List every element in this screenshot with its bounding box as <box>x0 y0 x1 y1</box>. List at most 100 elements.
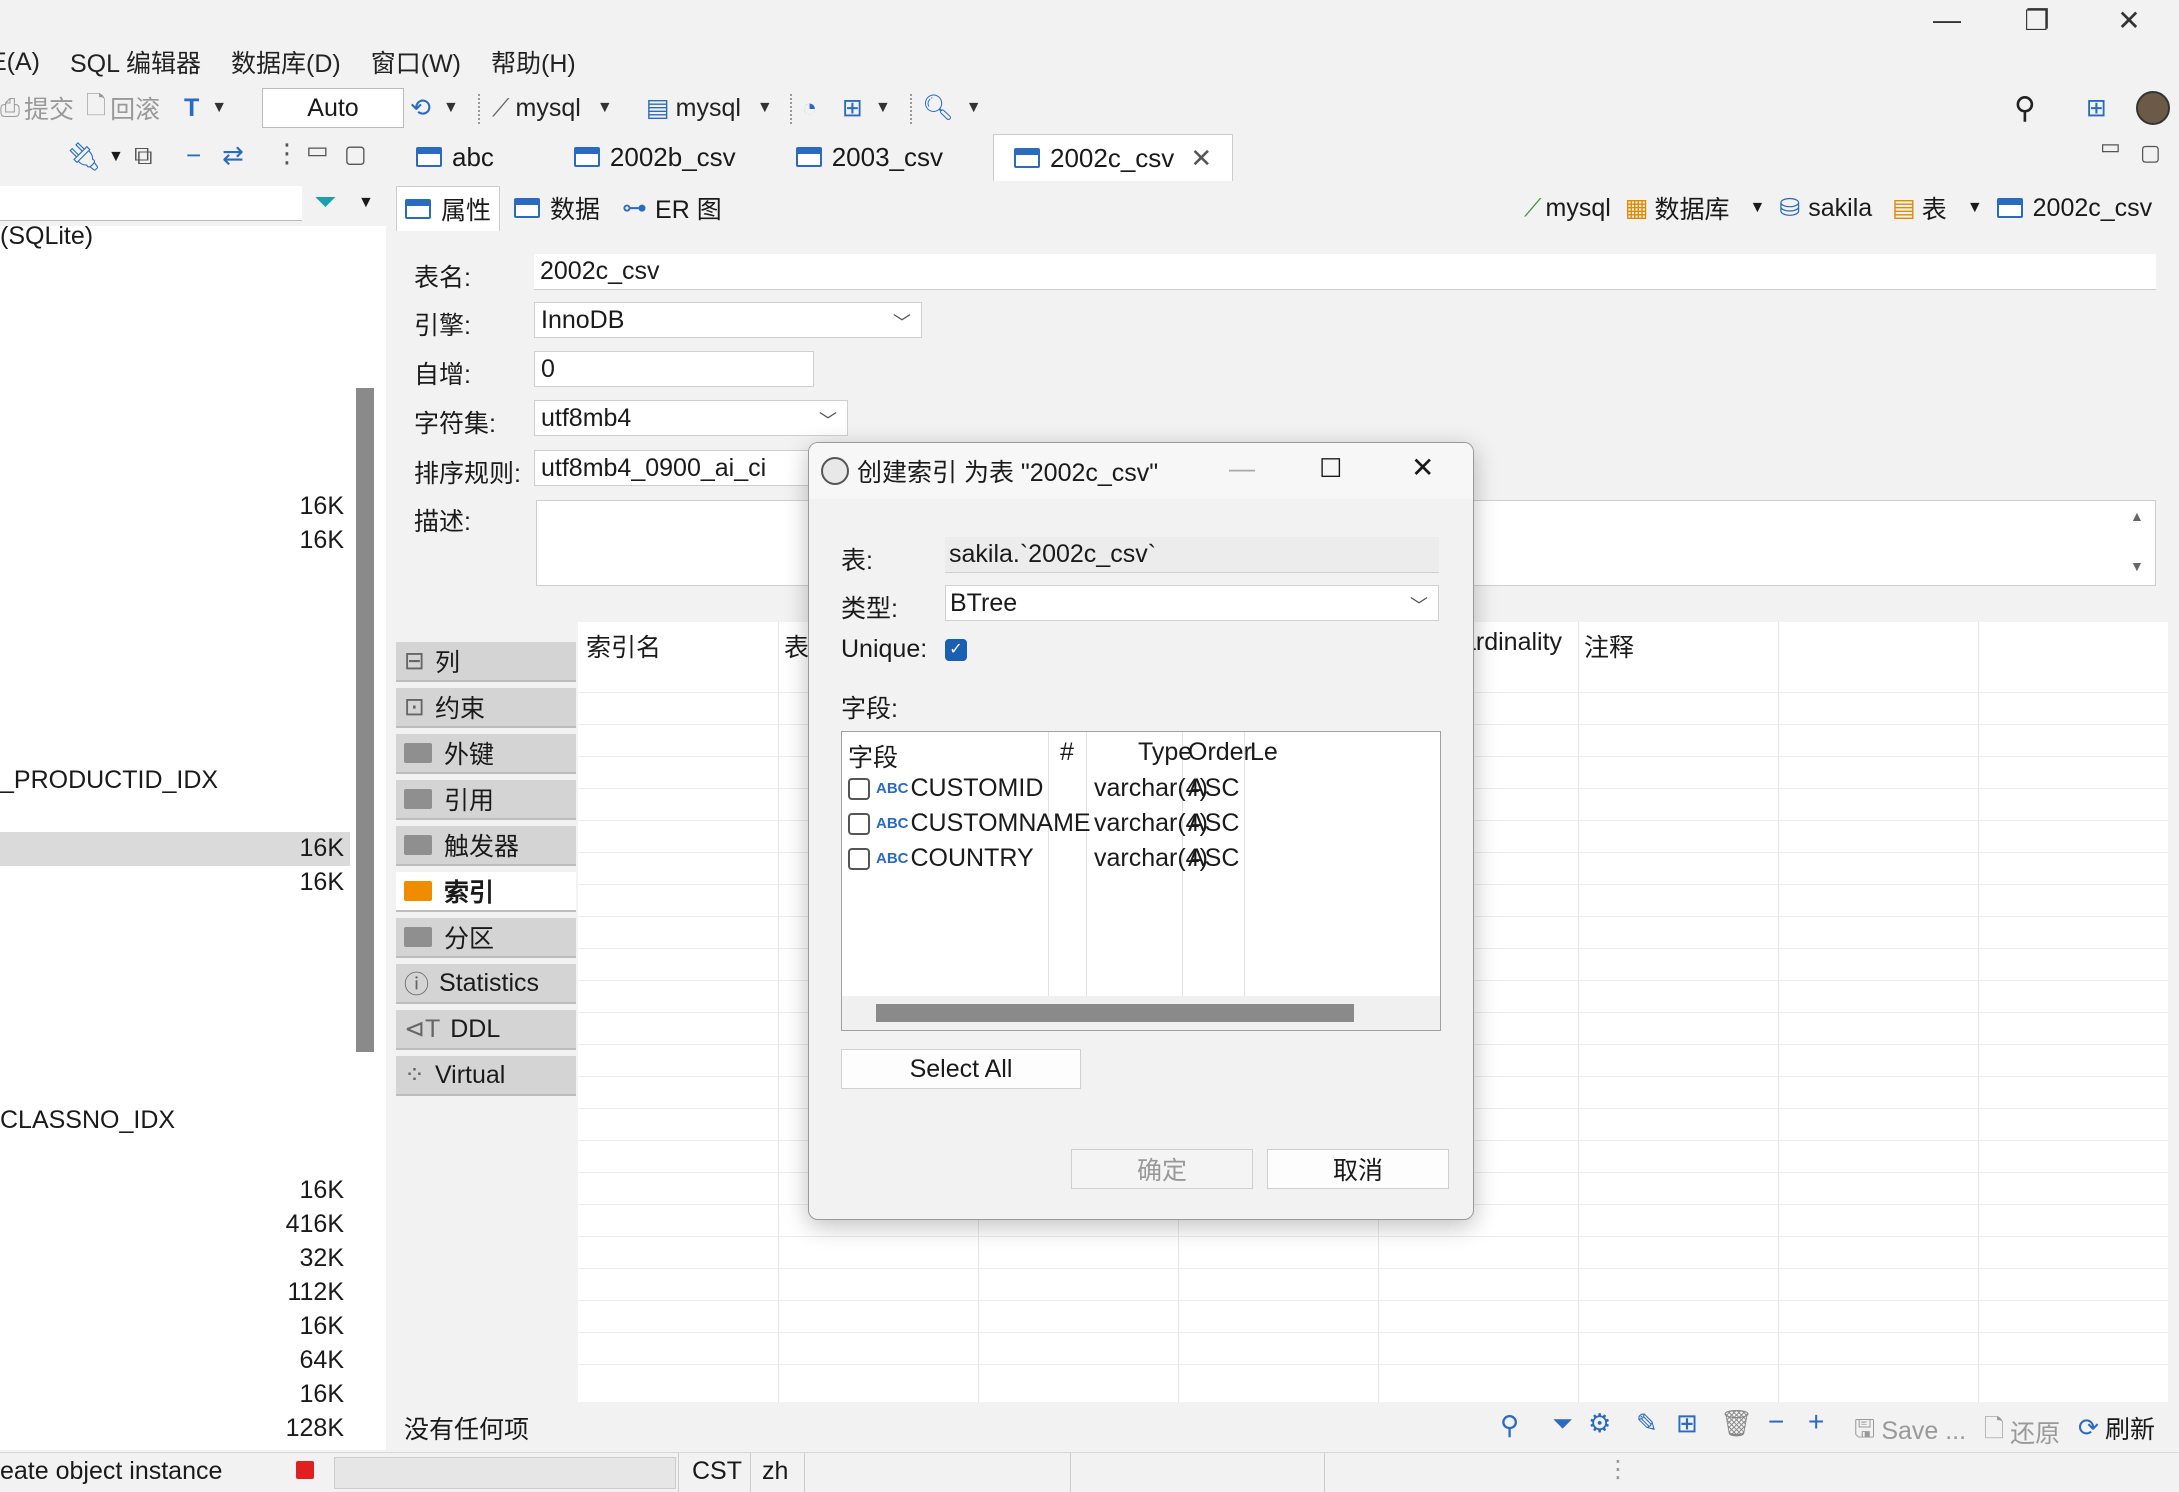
resize-grip-icon[interactable]: ⋮ <box>1606 1455 1630 1484</box>
refresh-button[interactable]: ⟳ 刷新 <box>2078 1410 2155 1446</box>
scroll-up-icon[interactable]: ▲ <box>2130 508 2144 524</box>
column-header-comment[interactable]: 注释 <box>1584 628 1634 664</box>
commit-button[interactable]: ⎙ 提交 <box>0 84 74 132</box>
close-button[interactable]: ✕ <box>2084 0 2174 40</box>
unique-checkbox[interactable]: ✓ <box>945 639 967 661</box>
charset-select[interactable]: utf8mb4 ﹀ <box>534 400 848 436</box>
edit-icon[interactable]: ✎ <box>1636 1408 1658 1439</box>
maximize-editor-icon[interactable]: ▢ <box>2140 140 2161 166</box>
type-select[interactable]: BTree ﹀ <box>945 585 1439 621</box>
field-row[interactable]: ABC CUSTOMID <box>848 774 1043 803</box>
minimize-button[interactable]: — <box>1902 0 1992 40</box>
breadcrumb-tables[interactable]: 表 <box>1922 190 1947 226</box>
chevron-down-icon[interactable]: ▼ <box>108 148 124 166</box>
collapse-all-icon[interactable]: − <box>186 140 201 171</box>
chevron-down-icon[interactable]: ▼ <box>358 194 374 212</box>
tab-abc[interactable]: abc <box>396 134 514 180</box>
auto-increment-input[interactable]: 0 <box>534 351 814 387</box>
chevron-down-icon[interactable]: ▼ <box>443 99 459 117</box>
dialog-maximize-button[interactable]: ☐ <box>1319 453 1342 484</box>
column-header-order[interactable]: Order <box>1188 738 1252 767</box>
nav-indexes[interactable]: 索引 <box>396 872 576 912</box>
tab-2002c-csv[interactable]: 2002c_csv ✕ <box>993 134 1234 181</box>
nav-triggers[interactable]: 触发器 <box>396 826 576 866</box>
column-header-field[interactable]: 字段 <box>848 738 898 774</box>
history-button[interactable]: ⟲ ▼ <box>410 84 459 132</box>
gear-icon[interactable]: ⚙ <box>1588 1408 1611 1439</box>
breadcrumb-datasource[interactable]: mysql <box>1546 194 1611 223</box>
breadcrumb-table[interactable]: 2002c_csv <box>2033 194 2153 223</box>
nav-references[interactable]: 引用 <box>396 780 576 820</box>
minimize-editor-icon[interactable]: ▭ <box>2100 134 2121 160</box>
nav-virtual[interactable]: ⁘ Virtual <box>396 1056 576 1096</box>
filter-icon[interactable]: ⏷ <box>314 186 336 219</box>
collapse-icon[interactable]: − <box>1768 1406 1784 1438</box>
tab-2003-csv[interactable]: 2003_csv <box>776 134 963 180</box>
add-index-icon[interactable]: ⊞ <box>1676 1408 1698 1439</box>
field-order[interactable]: ASC <box>1188 844 1239 873</box>
column-header-position[interactable]: # <box>1060 738 1074 767</box>
nav-statistics[interactable]: ⓘ Statistics <box>396 964 576 1004</box>
nav-columns[interactable]: ⊟ 列 <box>396 642 576 682</box>
field-order[interactable]: ASC <box>1188 774 1239 803</box>
maximize-view-icon[interactable]: ▢ <box>344 140 367 169</box>
navigator-filter-input[interactable] <box>0 186 302 221</box>
cancel-button[interactable]: 取消 <box>1267 1149 1449 1189</box>
dashboard-button[interactable]: ◔ <box>802 84 817 132</box>
search-icon[interactable]: ⚲ <box>1500 1410 1519 1441</box>
tab-er-diagram[interactable]: ⊶ ER 图 <box>614 186 730 230</box>
filter-icon[interactable]: ⏷ <box>1552 1408 1573 1440</box>
field-checkbox[interactable] <box>848 847 870 870</box>
field-row[interactable]: ABC COUNTRY <box>848 844 1034 873</box>
tree-node[interactable]: _PRODUCTID_IDX <box>0 766 218 795</box>
nav-foreign-keys[interactable]: 外键 <box>396 734 576 774</box>
chevron-down-icon[interactable]: ▼ <box>1967 199 1983 217</box>
select-all-button[interactable]: Select All <box>841 1049 1081 1089</box>
ok-button[interactable]: 确定 <box>1071 1149 1253 1189</box>
rollback-button[interactable]: 🗋 回滚 <box>86 84 160 132</box>
new-connection-icon[interactable]: 🔌︎ <box>66 140 102 173</box>
collation-select[interactable]: utf8mb4_0900_ai_ci <box>534 450 824 486</box>
breadcrumb-schema[interactable]: sakila <box>1808 194 1872 223</box>
restore-button[interactable]: ❐ <box>1992 0 2082 40</box>
tab-data[interactable]: 数据 <box>506 186 608 230</box>
menu-sql-editor[interactable]: SQL 编辑器 <box>70 44 201 80</box>
dialog-minimize-button[interactable]: — <box>1229 453 1255 484</box>
chevron-down-icon[interactable]: ▼ <box>966 99 982 117</box>
perspective-button[interactable]: ⊞ <box>2086 84 2107 132</box>
transaction-mode-button[interactable]: T ▼ <box>184 84 227 132</box>
expand-icon[interactable]: + <box>1808 1406 1824 1438</box>
tab-properties[interactable]: 属性 <box>396 186 501 231</box>
more-icon[interactable]: ⋮ <box>274 138 300 169</box>
nav-ddl[interactable]: ⊲T DDL <box>396 1010 576 1050</box>
menu-edit[interactable]: E(A) <box>0 48 40 77</box>
delete-icon[interactable]: 🗑︎ <box>1720 1408 1753 1439</box>
chevron-down-icon[interactable]: ▼ <box>1749 199 1765 217</box>
new-folder-icon[interactable]: ⧉ <box>134 140 153 172</box>
nav-constraints[interactable]: ⊡ 约束 <box>396 688 576 728</box>
column-header-index-name[interactable]: 索引名 <box>586 628 661 664</box>
search-button[interactable]: 🔍︎ ▼ <box>922 84 982 132</box>
revert-button[interactable]: 🗋 还原 <box>1984 1410 2060 1453</box>
field-checkbox[interactable] <box>848 777 870 800</box>
dbeaver-perspective[interactable] <box>2136 84 2170 132</box>
save-button[interactable]: 🖫 Save ... <box>1854 1410 1966 1453</box>
auto-commit-mode[interactable]: Auto <box>262 88 404 128</box>
field-row[interactable]: ABC CUSTOMNAME <box>848 809 1091 838</box>
engine-select[interactable]: InnoDB ﹀ <box>534 302 922 338</box>
tab-2002b-csv[interactable]: 2002b_csv <box>554 134 756 180</box>
scroll-down-icon[interactable]: ▼ <box>2130 558 2144 574</box>
menu-window[interactable]: 窗口(W) <box>371 44 461 80</box>
dialog-close-button[interactable]: ✕ <box>1411 451 1434 484</box>
table-name-input[interactable]: 2002c_csv <box>534 254 2156 290</box>
field-checkbox[interactable] <box>848 812 870 835</box>
breadcrumb-databases[interactable]: 数据库 <box>1654 190 1729 226</box>
fields-hscroll-thumb[interactable] <box>876 1004 1354 1022</box>
field-order[interactable]: ASC <box>1188 809 1239 838</box>
global-search-button[interactable]: ⚲ <box>2014 84 2036 132</box>
column-header-length[interactable]: Le <box>1250 738 1278 767</box>
tree-node[interactable]: CLASSNO_IDX <box>0 1106 175 1135</box>
navigator-scrollbar[interactable] <box>356 388 374 1052</box>
column-header-table[interactable]: 表 <box>784 628 809 664</box>
column-header-type[interactable]: Type <box>1138 738 1192 767</box>
